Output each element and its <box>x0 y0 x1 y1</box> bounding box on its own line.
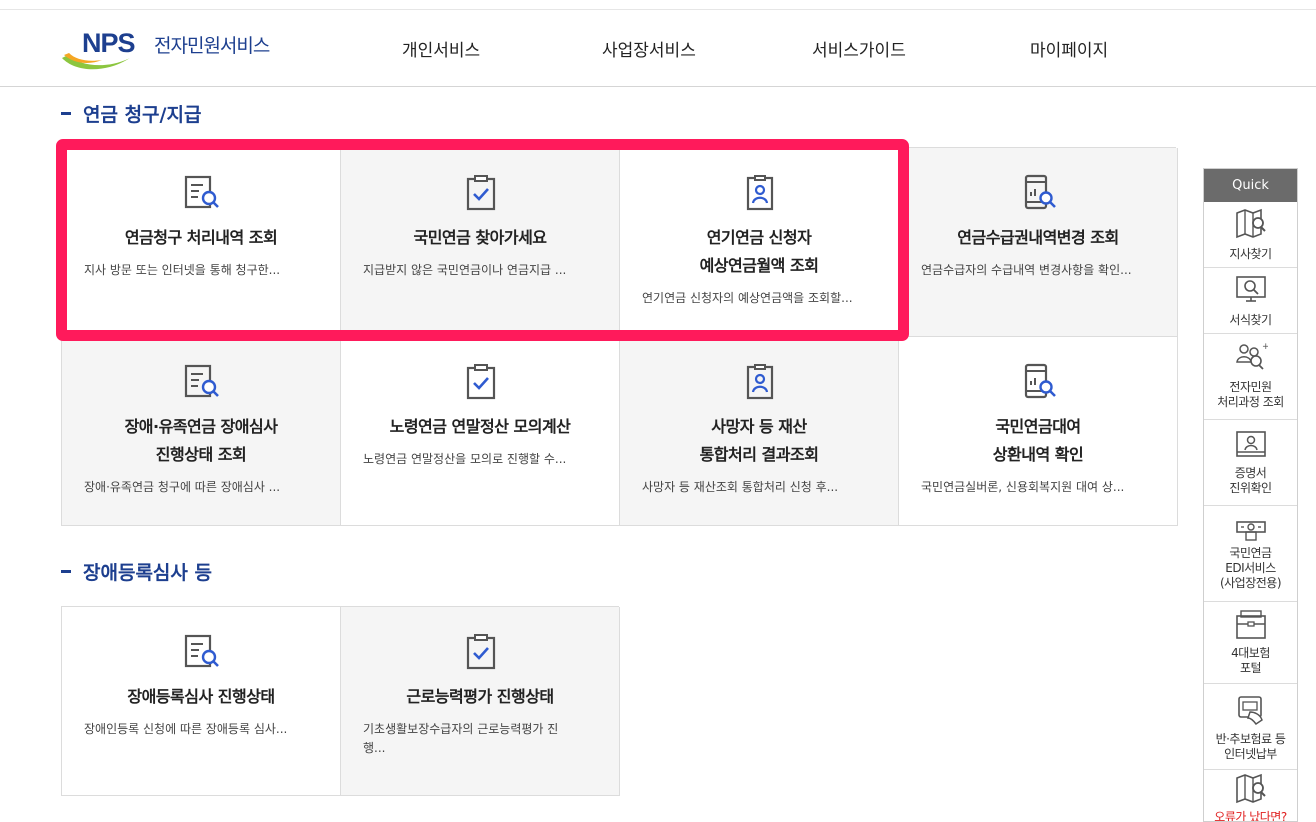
nps-logo[interactable]: NPS 전자민원서비스 <box>60 28 300 72</box>
map-search-icon <box>1236 208 1266 239</box>
card-title: 국민연금대여 상환내역 확인 <box>992 417 1084 464</box>
card-desc: 연금수급자의 수급내역 변경사항을 확인... <box>921 263 1132 277</box>
card-desc: 장애·유족연금 청구에 따른 장애심사 ... <box>84 480 281 494</box>
section-title-text: 장애등록심사 등 <box>83 562 212 584</box>
quick-label: 서식찾기 <box>1229 313 1272 327</box>
card-find-pension[interactable]: 국민연금 찾아가세요 지급받지 않은 국민연금이나 연금지급 ... <box>341 148 620 337</box>
card-payment-icon <box>1238 696 1263 726</box>
document-search-icon <box>184 364 219 398</box>
card-desc: 지사 방문 또는 인터넷을 통해 청구한... <box>84 263 281 277</box>
quick-certificate-verify[interactable]: 증명서 진위확인 <box>1204 420 1297 506</box>
quick-internet-payment[interactable]: 반·추보험료 등 인터넷납부 <box>1204 684 1297 770</box>
clipboard-check-icon <box>466 175 496 211</box>
quick-label: 4대보험 포털 <box>1231 646 1270 675</box>
section-dash <box>61 112 71 115</box>
card-grid-disability: 장애등록심사 진행상태 장애인등록 신청에 따른 장애등록 심사... 근로능력… <box>61 606 620 796</box>
section-title-disability-registration: 장애등록심사 등 <box>61 558 212 585</box>
mobile-chart-search-icon <box>1024 174 1056 210</box>
document-search-icon <box>184 634 219 668</box>
clipboard-check-icon <box>466 364 496 400</box>
quick-menu-title: Quick <box>1204 169 1297 202</box>
certificate-icon <box>1236 431 1266 457</box>
quick-find-branch[interactable]: 지사찾기 <box>1204 202 1297 268</box>
card-title: 사망자 등 재산 통합처리 결과조회 <box>699 417 819 464</box>
card-title: 연금청구 처리내역 조회 <box>124 228 278 247</box>
people-search-icon: + <box>1236 342 1268 370</box>
top-strip <box>0 0 1316 10</box>
quick-edi-service[interactable]: 국민연금 EDI서비스 (사업장전용) <box>1204 506 1297 602</box>
nav-service-guide[interactable]: 서비스가이드 <box>812 10 906 87</box>
section-dash <box>61 570 71 573</box>
card-desc: 장애인등록 신청에 따른 장애등록 심사... <box>84 722 288 736</box>
card-disability-registration-status[interactable]: 장애등록심사 진행상태 장애인등록 신청에 따른 장애등록 심사... <box>62 607 341 796</box>
card-title: 장애등록심사 진행상태 <box>127 687 275 706</box>
quick-label: 지사찾기 <box>1229 247 1272 261</box>
quick-label: 전자민원 처리과정 조회 <box>1217 380 1284 409</box>
quick-label: 국민연금 EDI서비스 (사업장전용) <box>1219 546 1282 590</box>
card-desc: 기초생활보장수급자의 근로능력평가 진 행... <box>363 722 559 755</box>
quick-menu: Quick 지사찾기 서식찾기 + 전자민원처리과정 조회 증명서진위확인 국민… <box>1203 168 1298 822</box>
quick-label: 오류가 났다면? <box>1214 810 1287 822</box>
logo-subtitle: 전자민원서비스 <box>154 35 270 57</box>
quick-social-insurance[interactable]: 4대보험 포털 <box>1204 602 1297 684</box>
card-yearend-simulation[interactable]: 노령연금 연말정산 모의계산 노령연금 연말정산을 모의로 진행할 수... <box>341 337 620 526</box>
nav-my-page[interactable]: 마이페이지 <box>1030 10 1108 87</box>
card-desc: 국민연금실버론, 신용회복지원 대여 상... <box>921 480 1125 494</box>
card-work-ability-status[interactable]: 근로능력평가 진행상태 기초생활보장수급자의 근로능력평가 진 행... <box>341 607 620 796</box>
card-deferred-pension[interactable]: 연기연금 신청자 예상연금월액 조회 연기연금 신청자의 예상연금액을 조회할..… <box>620 148 899 337</box>
document-search-icon <box>184 175 219 209</box>
monitor-search-icon <box>1236 276 1266 302</box>
logo-text: NPS <box>82 28 136 58</box>
edi-terminal-icon <box>1236 521 1266 541</box>
card-title: 근로능력평가 진행상태 <box>406 687 554 706</box>
section-title-text: 연금 청구/지급 <box>83 104 202 126</box>
card-claim-history[interactable]: 연금청구 처리내역 조회 지사 방문 또는 인터넷을 통해 청구한... <box>62 148 341 337</box>
quick-label: 반·추보험료 등 인터넷납부 <box>1215 732 1286 761</box>
quick-civil-process[interactable]: + 전자민원처리과정 조회 <box>1204 334 1297 420</box>
quick-label: 증명서 진위확인 <box>1229 466 1272 495</box>
card-entitlement-change[interactable]: 연금수급권내역변경 조회 연금수급자의 수급내역 변경사항을 확인... <box>899 148 1178 337</box>
id-badge-icon <box>746 364 774 400</box>
quick-error-help[interactable]: 오류가 났다면? <box>1204 770 1297 822</box>
section-title-pension-claim: 연금 청구/지급 <box>61 100 201 127</box>
card-title: 노령연금 연말정산 모의계산 <box>389 417 571 436</box>
card-title: 장애·유족연금 장애심사 진행상태 조회 <box>124 417 278 464</box>
card-desc: 사망자 등 재산조회 통합처리 신청 후... <box>642 480 839 494</box>
nav-business-services[interactable]: 사업장서비스 <box>602 10 696 87</box>
quick-find-form[interactable]: 서식찾기 <box>1204 268 1297 334</box>
card-title: 국민연금 찾아가세요 <box>413 228 547 247</box>
card-deceased-property[interactable]: 사망자 등 재산 통합처리 결과조회 사망자 등 재산조회 통합처리 신청 후..… <box>620 337 899 526</box>
nav-personal-services[interactable]: 개인서비스 <box>402 10 480 87</box>
mobile-chart-search-icon <box>1024 363 1056 399</box>
svg-text:+: + <box>1262 342 1268 352</box>
map-search-icon <box>1236 773 1266 804</box>
card-desc: 연기연금 신청자의 예상연금액을 조회할... <box>642 291 853 305</box>
card-title: 연금수급권내역변경 조회 <box>957 228 1119 247</box>
card-title: 연기연금 신청자 예상연금월액 조회 <box>699 228 819 275</box>
site-header: NPS 전자민원서비스 개인서비스 사업장서비스 서비스가이드 마이페이지 <box>0 10 1316 87</box>
card-desc: 지급받지 않은 국민연금이나 연금지급 ... <box>363 263 567 277</box>
folder-icon <box>1236 610 1266 639</box>
card-desc: 노령연금 연말정산을 모의로 진행할 수... <box>363 452 567 466</box>
clipboard-check-icon <box>466 634 496 670</box>
id-badge-icon <box>746 175 774 211</box>
card-loan-repayment[interactable]: 국민연금대여 상환내역 확인 국민연금실버론, 신용회복지원 대여 상... <box>899 337 1178 526</box>
card-disability-review[interactable]: 장애·유족연금 장애심사 진행상태 조회 장애·유족연금 청구에 따른 장애심사 … <box>62 337 341 526</box>
card-grid-pension: 연금청구 처리내역 조회 지사 방문 또는 인터넷을 통해 청구한... 국민연… <box>61 147 1178 526</box>
